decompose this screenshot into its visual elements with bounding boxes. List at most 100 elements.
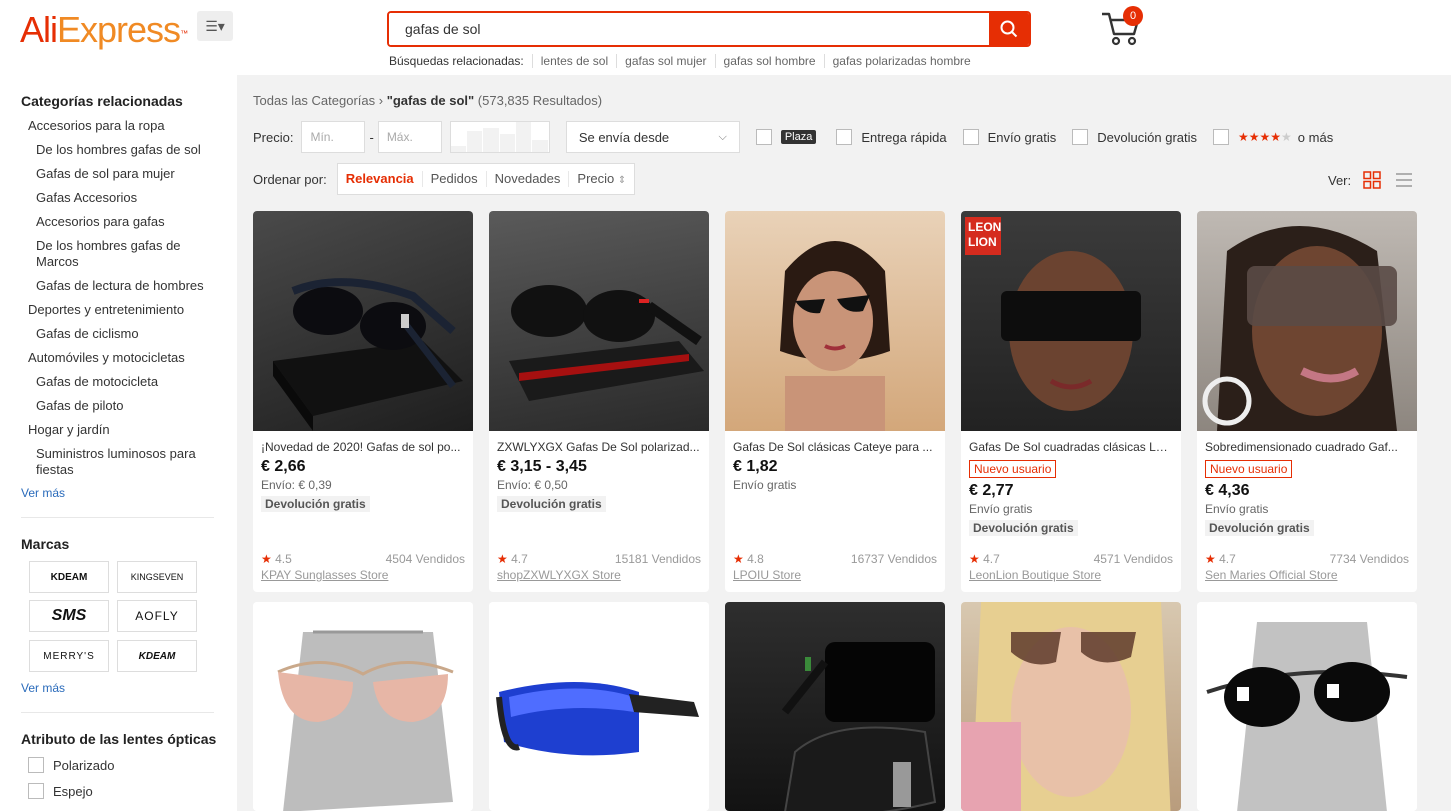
breadcrumb-root[interactable]: Todas las Categorías bbox=[253, 93, 375, 108]
polarized-checkbox[interactable] bbox=[28, 757, 44, 773]
free-return-checkbox[interactable] bbox=[1072, 129, 1089, 145]
product-rating: 4.7 bbox=[1219, 552, 1236, 566]
related-search-link[interactable]: gafas polarizadas hombre bbox=[823, 54, 979, 68]
mirror-checkbox[interactable] bbox=[28, 783, 44, 799]
related-search-link[interactable]: lentes de sol bbox=[531, 54, 616, 68]
search-icon bbox=[1000, 20, 1018, 38]
category-link[interactable]: Accesorios para la ropa bbox=[28, 118, 165, 134]
store-link[interactable]: Sen Maries Official Store bbox=[1205, 568, 1338, 582]
product-price: € 2,66 bbox=[261, 458, 306, 475]
fast-delivery-checkbox[interactable] bbox=[836, 129, 853, 145]
product-image[interactable] bbox=[725, 211, 945, 431]
category-link[interactable]: Gafas de ciclismo bbox=[36, 326, 139, 342]
product-card[interactable]: ¡Novedad de 2020! Gafas de sol po... € 2… bbox=[253, 211, 473, 592]
product-card[interactable] bbox=[1197, 602, 1417, 811]
product-title[interactable]: Gafas De Sol clásicas Cateye para ... bbox=[733, 440, 937, 454]
sort-newest[interactable]: Novedades bbox=[485, 171, 569, 187]
product-sold: 15181 Vendidos bbox=[614, 552, 701, 566]
product-image[interactable] bbox=[253, 602, 473, 811]
product-price: € 3,15 - 3,45 bbox=[497, 458, 587, 475]
product-image[interactable] bbox=[489, 211, 709, 431]
product-card[interactable]: Gafas De Sol clásicas Cateye para ... € … bbox=[725, 211, 945, 592]
star-icon: ★ bbox=[733, 552, 744, 566]
search-button[interactable] bbox=[989, 13, 1029, 45]
price-histogram[interactable] bbox=[449, 121, 550, 153]
category-link[interactable]: Gafas Accesorios bbox=[36, 190, 137, 206]
product-card[interactable] bbox=[489, 602, 709, 811]
related-search-link[interactable]: gafas sol mujer bbox=[616, 54, 714, 68]
free-shipping-checkbox[interactable] bbox=[962, 129, 979, 145]
category-link[interactable]: Gafas de piloto bbox=[36, 398, 123, 414]
product-card[interactable] bbox=[253, 602, 473, 811]
product-title[interactable]: Gafas De Sol cuadradas clásicas LE... bbox=[969, 440, 1173, 454]
product-image[interactable]: LEON LION bbox=[961, 211, 1181, 431]
plaza-checkbox[interactable] bbox=[755, 129, 772, 145]
brand-logo[interactable]: SMS bbox=[29, 600, 109, 632]
view-toggle: Ver: bbox=[1328, 171, 1413, 189]
product-title[interactable]: ¡Novedad de 2020! Gafas de sol po... bbox=[261, 440, 465, 454]
product-sold: 4504 Vendidos bbox=[385, 552, 465, 566]
search-input[interactable] bbox=[389, 13, 989, 45]
brands-title: Marcas bbox=[21, 536, 70, 552]
category-link[interactable]: Gafas de lectura de hombres bbox=[36, 278, 204, 294]
product-image[interactable] bbox=[253, 211, 473, 431]
related-search-link[interactable]: gafas sol hombre bbox=[714, 54, 824, 68]
store-link[interactable]: KPAY Sunglasses Store bbox=[261, 568, 388, 582]
list-view-icon[interactable] bbox=[1395, 171, 1413, 189]
product-image[interactable] bbox=[489, 602, 709, 811]
product-image[interactable] bbox=[1197, 602, 1417, 811]
product-card[interactable]: ZXWLYXGX Gafas De Sol polarizad... € 3,1… bbox=[489, 211, 709, 592]
price-max-input[interactable]: Máx. bbox=[377, 121, 442, 153]
product-image[interactable] bbox=[725, 602, 945, 811]
product-shipping: Envío: € 0,39 bbox=[261, 478, 332, 492]
star-icon: ★ bbox=[497, 552, 508, 566]
ship-from-select[interactable]: Se envía desde ⌵ bbox=[565, 121, 740, 153]
product-title[interactable]: Sobredimensionado cuadrado Gaf... bbox=[1205, 440, 1409, 454]
plaza-badge: Plaza bbox=[780, 130, 817, 144]
rating-suffix: o más bbox=[1297, 129, 1334, 145]
chevron-right-icon: › bbox=[378, 93, 387, 108]
product-sold: 16737 Vendidos bbox=[850, 552, 937, 566]
category-link[interactable]: De los hombres gafas de Marcos bbox=[36, 238, 206, 270]
grid-view-icon[interactable] bbox=[1363, 171, 1381, 189]
store-link[interactable]: shopZXWLYXGX Store bbox=[497, 568, 621, 582]
category-link[interactable]: Hogar y jardín bbox=[28, 422, 110, 438]
category-link[interactable]: Gafas de motocicleta bbox=[36, 374, 158, 390]
breadcrumb-query: "gafas de sol" bbox=[386, 93, 475, 108]
categories-menu-button[interactable]: ☰▾ bbox=[197, 11, 233, 41]
product-shipping: Envío gratis bbox=[969, 502, 1033, 516]
product-price: € 1,82 bbox=[733, 458, 778, 475]
product-title[interactable]: ZXWLYXGX Gafas De Sol polarizad... bbox=[497, 440, 701, 454]
sort-relevance[interactable]: Relevancia bbox=[338, 171, 422, 187]
brand-logo[interactable]: KINGSEVEN bbox=[117, 561, 197, 593]
sort-price-label: Precio bbox=[577, 171, 615, 186]
category-link[interactable]: Accesorios para gafas bbox=[36, 214, 165, 230]
category-link[interactable]: Deportes y entretenimiento bbox=[28, 302, 184, 318]
aliexpress-logo[interactable]: AliExpress™ bbox=[20, 10, 188, 50]
product-card[interactable]: Sobredimensionado cuadrado Gaf... Nuevo … bbox=[1197, 211, 1417, 592]
brand-logo[interactable]: KDEAM bbox=[29, 561, 109, 593]
product-image[interactable] bbox=[1197, 211, 1417, 431]
brand-logo[interactable]: AOFLY bbox=[117, 600, 197, 632]
price-min-input[interactable]: Mín. bbox=[301, 121, 366, 153]
brand-logo[interactable]: KDEAM bbox=[117, 640, 197, 672]
category-link[interactable]: Automóviles y motocicletas bbox=[28, 350, 185, 366]
categories-see-more-link[interactable]: Ver más bbox=[21, 486, 65, 500]
price-separator: - bbox=[369, 129, 374, 145]
category-link[interactable]: Gafas de sol para mujer bbox=[36, 166, 175, 182]
product-image[interactable] bbox=[961, 602, 1181, 811]
product-rating: 4.5 bbox=[275, 552, 292, 566]
store-link[interactable]: LPOIU Store bbox=[733, 568, 801, 582]
sort-price[interactable]: Precio ⇕ bbox=[568, 171, 634, 187]
free-return-badge: Devolución gratis bbox=[497, 496, 606, 512]
product-card[interactable] bbox=[725, 602, 945, 811]
sort-orders[interactable]: Pedidos bbox=[421, 171, 486, 187]
rating-checkbox[interactable] bbox=[1213, 129, 1229, 145]
brands-see-more-link[interactable]: Ver más bbox=[21, 681, 65, 695]
brand-logo[interactable]: MERRY'S bbox=[29, 640, 109, 672]
product-card[interactable] bbox=[961, 602, 1181, 811]
product-card[interactable]: LEON LION Gafas De Sol cuadradas clásicas… bbox=[961, 211, 1181, 592]
category-link[interactable]: Suministros luminosos para fiestas bbox=[36, 446, 216, 478]
store-link[interactable]: LeonLion Boutique Store bbox=[969, 568, 1101, 582]
category-link[interactable]: De los hombres gafas de sol bbox=[36, 142, 201, 158]
